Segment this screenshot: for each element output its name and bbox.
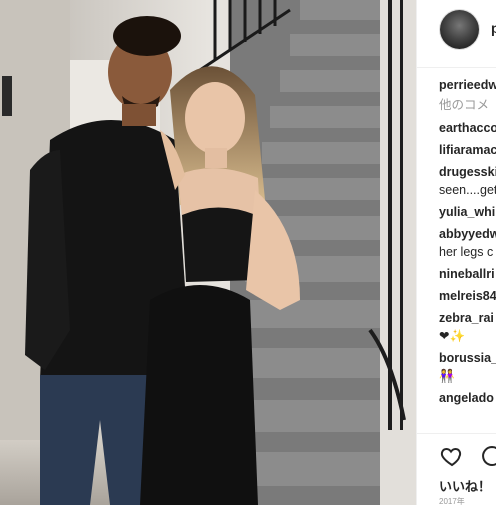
comment-username[interactable]: zebra_rai	[439, 309, 496, 327]
comment-username[interactable]: earthacco	[439, 121, 496, 135]
comment-text: her legs c	[439, 245, 494, 259]
heart-icon[interactable]	[439, 444, 465, 468]
comments-section: perrieedw 他のコメ earthacco lifiaramac drug…	[439, 78, 496, 433]
comment-username[interactable]: drugesski	[439, 163, 496, 181]
comment-username[interactable]: yulia_whi	[439, 205, 495, 219]
comment-text: ❤✨	[439, 329, 466, 343]
comment-item: zebra_rai ❤✨	[439, 309, 496, 345]
comment-username[interactable]: nineballri	[439, 267, 495, 281]
comment-username[interactable]: melreis84	[439, 289, 496, 303]
comment-item: yulia_whi	[439, 203, 496, 221]
post-photo[interactable]	[0, 0, 416, 505]
likes-label[interactable]: いいね！	[439, 476, 491, 495]
comment-text: 👭	[439, 369, 455, 383]
comment-item: drugesski seen....get	[439, 163, 496, 199]
comment-item: earthacco	[439, 119, 496, 137]
comment-item: nineballri	[439, 265, 496, 283]
more-comments-link[interactable]: 他のコメ	[439, 94, 496, 113]
caption-username[interactable]: perrieedw	[439, 78, 496, 92]
comment-item: borussia_ 👭	[439, 349, 496, 385]
post-header: p	[417, 0, 496, 68]
comment-username[interactable]: angelado	[439, 391, 494, 405]
comment-item: angelado	[439, 389, 496, 407]
comment-username[interactable]: abbyyedw	[439, 225, 496, 243]
post-actions: いいね！ 2017年	[417, 433, 496, 506]
comment-item: abbyyedw her legs c	[439, 225, 496, 261]
comment-item: lifiaramac	[439, 141, 496, 159]
avatar[interactable]	[440, 10, 479, 49]
post-sidebar: p perrieedw 他のコメ earthacco lifiaramac dr…	[416, 0, 496, 506]
comment-username[interactable]: lifiaramac	[439, 143, 496, 157]
photo-image	[0, 0, 416, 505]
comment-item: melreis84	[439, 287, 496, 305]
comment-username[interactable]: borussia_	[439, 349, 496, 367]
header-username[interactable]: p	[491, 20, 496, 36]
comment-text: seen....get	[439, 183, 496, 197]
post-date: 2017年	[439, 497, 465, 506]
comment-icon[interactable]	[479, 444, 496, 468]
